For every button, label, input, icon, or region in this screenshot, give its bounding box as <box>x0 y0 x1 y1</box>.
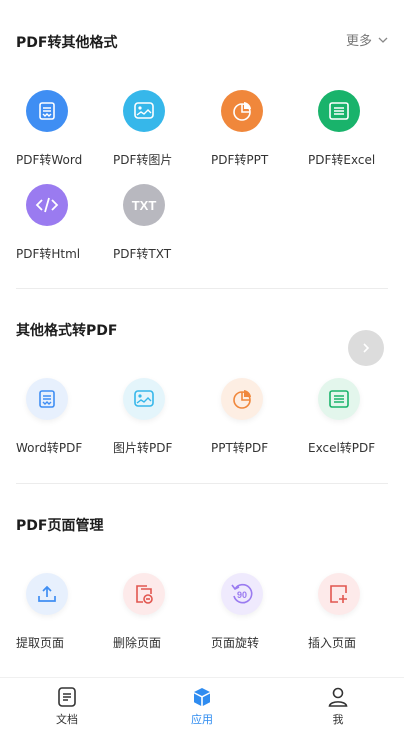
more-link[interactable]: 更多 <box>346 30 388 49</box>
word-doc-icon <box>26 378 68 420</box>
cube-icon <box>194 688 210 706</box>
tool-excel-to-pdf[interactable]: Excel转PDF <box>308 376 404 456</box>
tool-image-to-pdf[interactable]: 图片转PDF <box>113 376 211 456</box>
tool-label: PDF转图片 <box>113 153 173 167</box>
nav-documents[interactable]: 文档 <box>27 686 107 727</box>
section-title-other-to-pdf: 其他格式转PDF <box>16 323 118 339</box>
tool-label: 提取页面 <box>16 636 65 650</box>
bottom-navigation: 文档 应用 我 <box>0 677 404 747</box>
nav-label: 应用 <box>191 713 213 726</box>
rotate-icon-text: 90 <box>237 590 247 600</box>
spreadsheet-icon <box>318 378 360 420</box>
txt-icon: TXT <box>123 184 165 226</box>
tool-pdf-to-excel[interactable]: PDF转Excel <box>308 88 404 168</box>
tool-label: PDF转Word <box>16 153 83 167</box>
insert-page-icon <box>318 573 360 615</box>
tool-word-to-pdf[interactable]: Word转PDF <box>16 376 114 456</box>
rotate-icon: 90 <box>221 573 263 615</box>
tool-label: 插入页面 <box>308 636 357 650</box>
delete-page-icon <box>123 573 165 615</box>
divider <box>16 288 388 289</box>
nav-me[interactable]: 我 <box>298 686 378 727</box>
tool-pdf-to-word[interactable]: PDF转Word <box>16 88 114 168</box>
tool-label: PDF转Excel <box>308 153 376 167</box>
spreadsheet-icon <box>318 90 360 132</box>
tool-label: 删除页面 <box>113 636 162 650</box>
tool-pdf-to-ppt[interactable]: PDF转PPT <box>211 88 309 168</box>
tool-pdf-to-image[interactable]: PDF转图片 <box>113 88 211 168</box>
nav-label: 我 <box>332 713 344 726</box>
tool-label: 图片转PDF <box>113 441 173 455</box>
section-title-pdf-to-other: PDF转其他格式 <box>16 35 118 51</box>
section-title-page-management: PDF页面管理 <box>16 518 104 534</box>
chevron-down-icon <box>378 37 388 43</box>
user-icon <box>328 687 348 707</box>
tool-rotate-pages[interactable]: 90 页面旋转 <box>211 571 309 651</box>
code-icon <box>26 184 68 226</box>
tool-label: PDF转PPT <box>211 153 269 167</box>
more-label: 更多 <box>345 34 372 49</box>
tool-pdf-to-html[interactable]: PDF转Html <box>16 182 114 262</box>
nav-label: 文档 <box>56 713 78 726</box>
tool-ppt-to-pdf[interactable]: PPT转PDF <box>211 376 309 456</box>
chevron-right-icon <box>363 343 370 353</box>
scroll-next-button[interactable] <box>348 330 384 366</box>
tool-label: PDF转TXT <box>113 247 172 261</box>
tool-extract-pages[interactable]: 提取页面 <box>16 571 114 651</box>
tool-insert-pages[interactable]: 插入页面 <box>308 571 404 651</box>
pie-chart-icon <box>221 378 263 420</box>
tool-label: Excel转PDF <box>308 441 376 455</box>
divider <box>16 483 388 484</box>
tool-label: PPT转PDF <box>211 441 269 455</box>
tool-delete-pages[interactable]: 删除页面 <box>113 571 211 651</box>
upload-icon <box>26 573 68 615</box>
tool-label: 页面旋转 <box>211 636 260 650</box>
image-icon <box>123 378 165 420</box>
word-doc-icon <box>26 90 68 132</box>
nav-apps[interactable]: 应用 <box>162 686 242 727</box>
document-icon <box>58 687 76 707</box>
txt-icon-text: TXT <box>131 197 157 213</box>
image-icon <box>123 90 165 132</box>
tool-label: PDF转Html <box>16 247 81 261</box>
tool-label: Word转PDF <box>16 441 83 455</box>
pie-chart-icon <box>221 90 263 132</box>
tool-pdf-to-txt[interactable]: TXT PDF转TXT <box>113 182 211 262</box>
